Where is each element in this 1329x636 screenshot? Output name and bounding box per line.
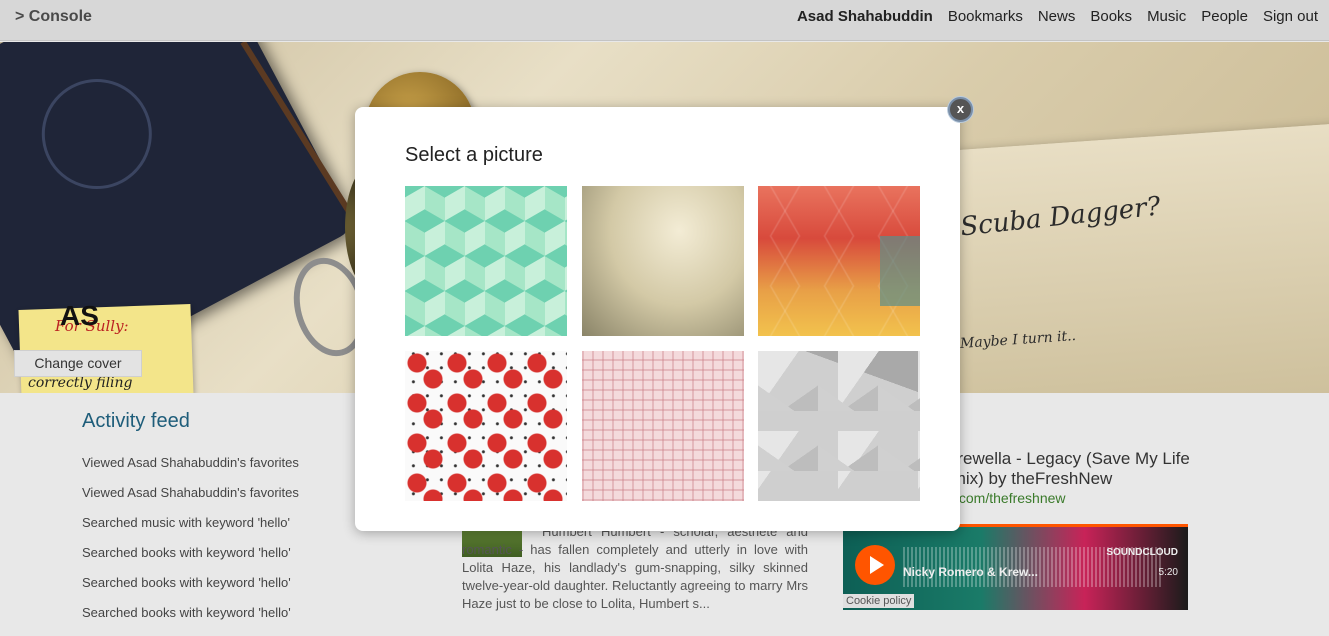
picture-option-red-roses[interactable] — [405, 351, 567, 501]
picture-option-green-cubes[interactable] — [405, 186, 567, 336]
close-icon[interactable]: x — [948, 97, 973, 122]
picture-option-geometric-warm[interactable] — [758, 186, 920, 336]
picture-option-pink-plaid[interactable] — [582, 351, 744, 501]
picture-option-gray-polygons[interactable] — [758, 351, 920, 501]
select-picture-modal: Select a picture — [355, 107, 960, 531]
modal-title: Select a picture — [405, 144, 543, 166]
picture-option-beige-texture[interactable] — [582, 186, 744, 336]
